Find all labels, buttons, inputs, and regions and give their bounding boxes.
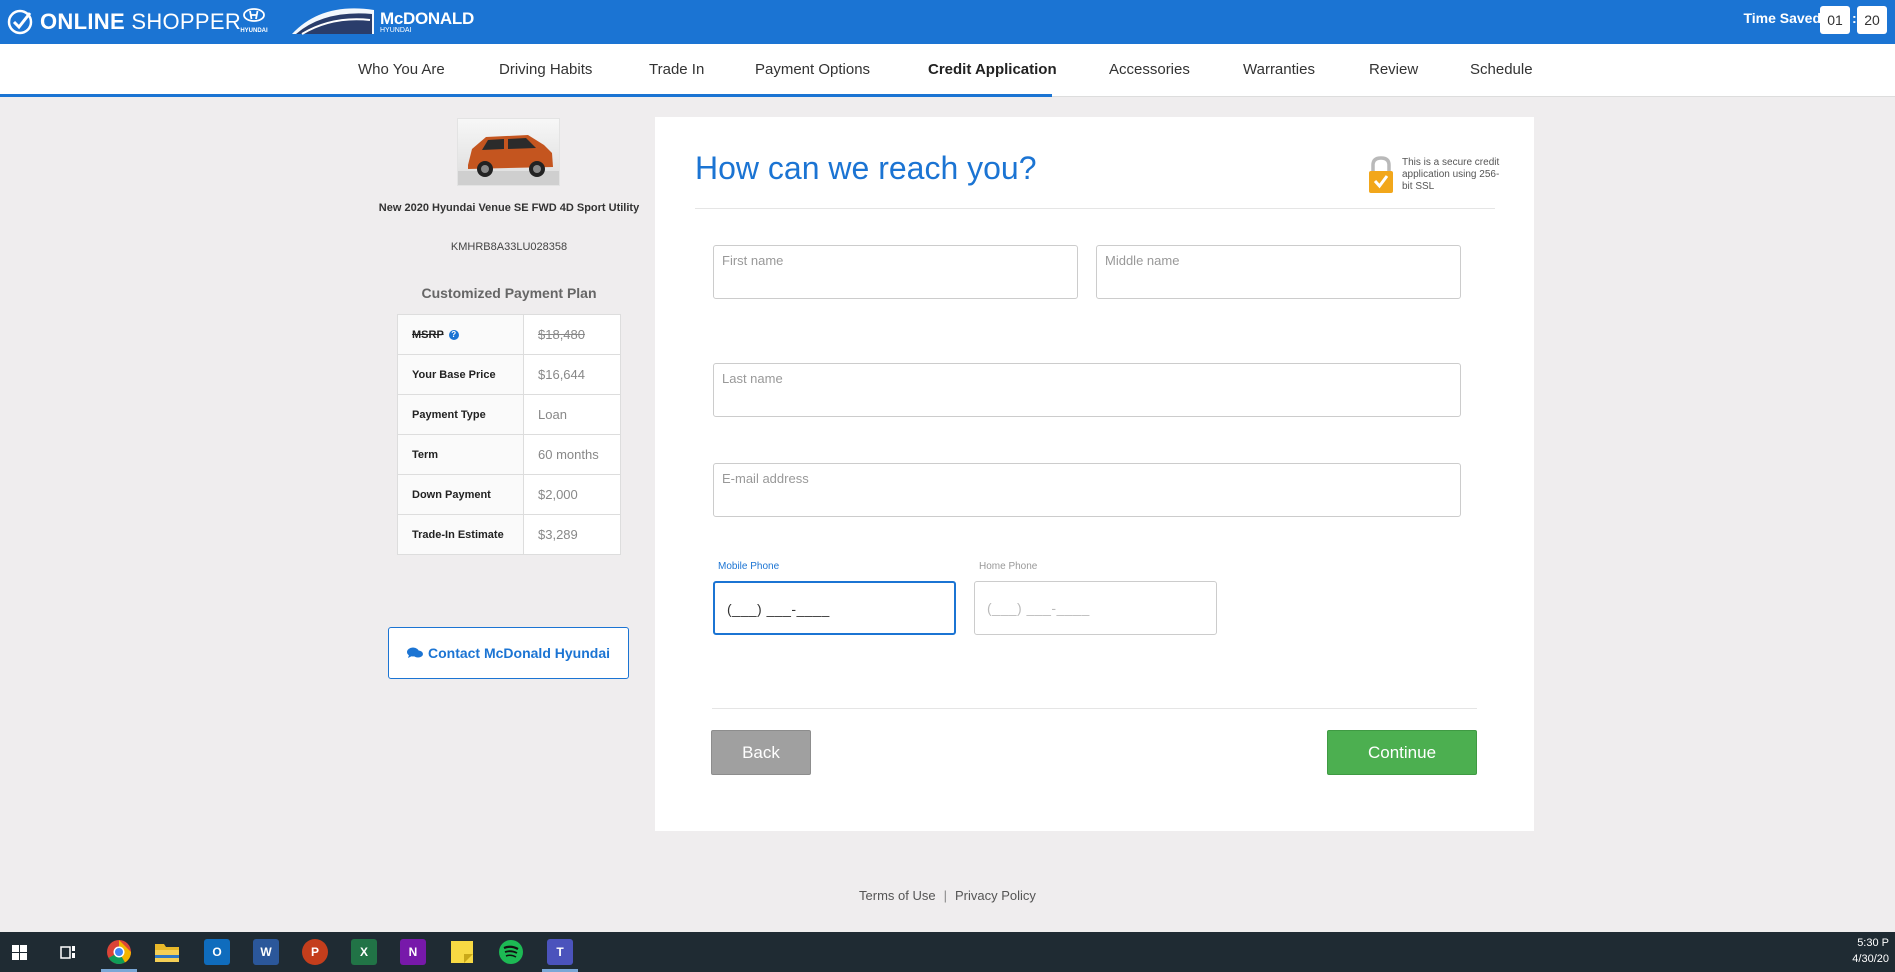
down-payment-label: Down Payment	[397, 474, 524, 515]
mcdonald-hyundai-logo[interactable]: McDONALD HYUNDAI	[292, 6, 492, 36]
continue-button[interactable]: Continue	[1327, 730, 1477, 775]
vehicle-photo	[457, 118, 560, 186]
down-payment-value: $2,000	[523, 474, 621, 515]
home-phone-label: Home Phone	[979, 561, 1038, 572]
suv-image	[458, 135, 559, 185]
table-row: Trade-In Estimate $3,289	[397, 514, 621, 555]
clock-date: 4/30/20	[1852, 953, 1889, 965]
progress-underline	[0, 94, 1052, 97]
divider	[712, 708, 1477, 709]
time-saved-hours: 01	[1820, 6, 1850, 34]
excel-icon[interactable]: X	[351, 939, 377, 965]
mobile-phone-input[interactable]	[715, 583, 954, 633]
table-row: MSRP ? $18,480	[397, 314, 621, 355]
chat-bubbles-icon	[406, 647, 423, 658]
tab-accessories[interactable]: Accessories	[1109, 61, 1190, 78]
page-title: How can we reach you?	[695, 150, 1037, 186]
windows-start-icon[interactable]	[12, 945, 27, 960]
table-row: Payment Type Loan	[397, 394, 621, 435]
privacy-policy-link[interactable]: Privacy Policy	[955, 888, 1036, 903]
page-footer: Terms of Use | Privacy Policy	[0, 888, 1895, 903]
help-icon[interactable]: ?	[448, 329, 459, 340]
outlook-icon[interactable]: O	[204, 939, 230, 965]
back-button[interactable]: Back	[711, 730, 811, 775]
dealer-sub: HYUNDAI	[380, 27, 412, 34]
table-row: Term 60 months	[397, 434, 621, 475]
task-view-icon[interactable]	[60, 945, 76, 960]
hyundai-logo: HYUNDAI	[236, 8, 272, 36]
lock-icon	[1369, 156, 1393, 193]
tab-schedule[interactable]: Schedule	[1470, 61, 1533, 78]
tab-trade-in[interactable]: Trade In	[649, 61, 704, 78]
clock-check-icon	[7, 9, 33, 35]
base-price-value: $16,644	[523, 354, 621, 395]
first-name-input[interactable]	[714, 246, 1077, 298]
tab-credit-application[interactable]: Credit Application	[928, 61, 1057, 78]
divider	[695, 208, 1495, 209]
terms-of-use-link[interactable]: Terms of Use	[859, 888, 936, 903]
contact-dealer-label: Contact McDonald Hyundai	[427, 645, 610, 661]
clock-time: 5:30 P	[1857, 937, 1889, 949]
mobile-phone-label: Mobile Phone	[718, 561, 780, 572]
time-separator: :	[1852, 10, 1857, 26]
tab-driving-habits[interactable]: Driving Habits	[499, 61, 592, 78]
footer-separator: |	[943, 888, 948, 903]
msrp-label: MSRP	[412, 328, 444, 341]
payment-plan-table: MSRP ? $18,480 Your Base Price $16,644 P…	[397, 314, 621, 555]
file-explorer-icon[interactable]	[154, 940, 180, 964]
first-name-field[interactable]: First name	[713, 245, 1078, 299]
base-price-label: Your Base Price	[397, 354, 524, 395]
vehicle-vin: KMHRB8A33LU028358	[450, 241, 568, 253]
teams-icon[interactable]: T	[547, 939, 573, 965]
term-value: 60 months	[523, 434, 621, 475]
taskbar-clock[interactable]: 5:30 P 4/30/20	[1852, 935, 1889, 967]
middle-name-input[interactable]	[1097, 246, 1460, 298]
chrome-icon[interactable]	[106, 939, 132, 965]
msrp-label-cell: MSRP ?	[397, 314, 524, 355]
online-shopper-logo[interactable]: ONLINE SHOPPER	[6, 8, 241, 36]
payment-type-label: Payment Type	[397, 394, 524, 435]
secure-text: This is a secure credit application usin…	[1402, 157, 1500, 192]
time-saved-label: Time Saved	[1743, 10, 1821, 26]
spotify-icon[interactable]	[498, 939, 524, 965]
windows-taskbar: O W P X N T 5:30 P 4/30/20	[0, 932, 1895, 972]
onenote-icon[interactable]: N	[400, 939, 426, 965]
sticky-notes-icon[interactable]	[450, 940, 474, 964]
secure-notice: This is a secure credit application usin…	[1367, 155, 1499, 195]
brand-text: ONLINE SHOPPER	[40, 9, 241, 35]
dealer-name: McDONALD	[380, 9, 474, 28]
msrp-value: $18,480	[523, 314, 621, 355]
brand-thin: SHOPPER	[131, 9, 242, 34]
trade-in-estimate-label: Trade-In Estimate	[397, 514, 524, 555]
powerpoint-icon[interactable]: P	[302, 939, 328, 965]
home-phone-input[interactable]	[975, 582, 1216, 634]
contact-dealer-button[interactable]: Contact McDonald Hyundai	[388, 627, 629, 679]
email-input[interactable]	[714, 464, 1460, 516]
time-saved-minutes: 20	[1857, 6, 1887, 34]
mobile-phone-field[interactable]: (___) ___-____	[713, 581, 956, 635]
email-field[interactable]: E-mail address	[713, 463, 1461, 517]
term-label: Term	[397, 434, 524, 475]
home-phone-field[interactable]: (___) ___-____	[974, 581, 1217, 635]
table-row: Down Payment $2,000	[397, 474, 621, 515]
tab-who-you-are[interactable]: Who You Are	[358, 61, 445, 78]
tab-payment-options[interactable]: Payment Options	[755, 61, 870, 78]
brand-bold: ONLINE	[40, 9, 125, 34]
payment-type-value: Loan	[523, 394, 621, 435]
tab-review[interactable]: Review	[1369, 61, 1418, 78]
tab-warranties[interactable]: Warranties	[1243, 61, 1315, 78]
top-header: ONLINE SHOPPER HYUNDAI McDONALD HYUNDAI …	[0, 0, 1895, 44]
road-swoosh-icon	[292, 8, 374, 35]
trade-in-estimate-value: $3,289	[523, 514, 621, 555]
payment-plan-title: Customized Payment Plan	[421, 285, 597, 301]
table-row: Your Base Price $16,644	[397, 354, 621, 395]
last-name-field[interactable]: Last name	[713, 363, 1461, 417]
hyundai-wordmark: HYUNDAI	[240, 28, 268, 34]
word-icon[interactable]: W	[253, 939, 279, 965]
hyundai-emblem-icon	[243, 8, 265, 22]
last-name-input[interactable]	[714, 364, 1460, 416]
vehicle-name: New 2020 Hyundai Venue SE FWD 4D Sport U…	[378, 202, 640, 214]
middle-name-field[interactable]: Middle name	[1096, 245, 1461, 299]
